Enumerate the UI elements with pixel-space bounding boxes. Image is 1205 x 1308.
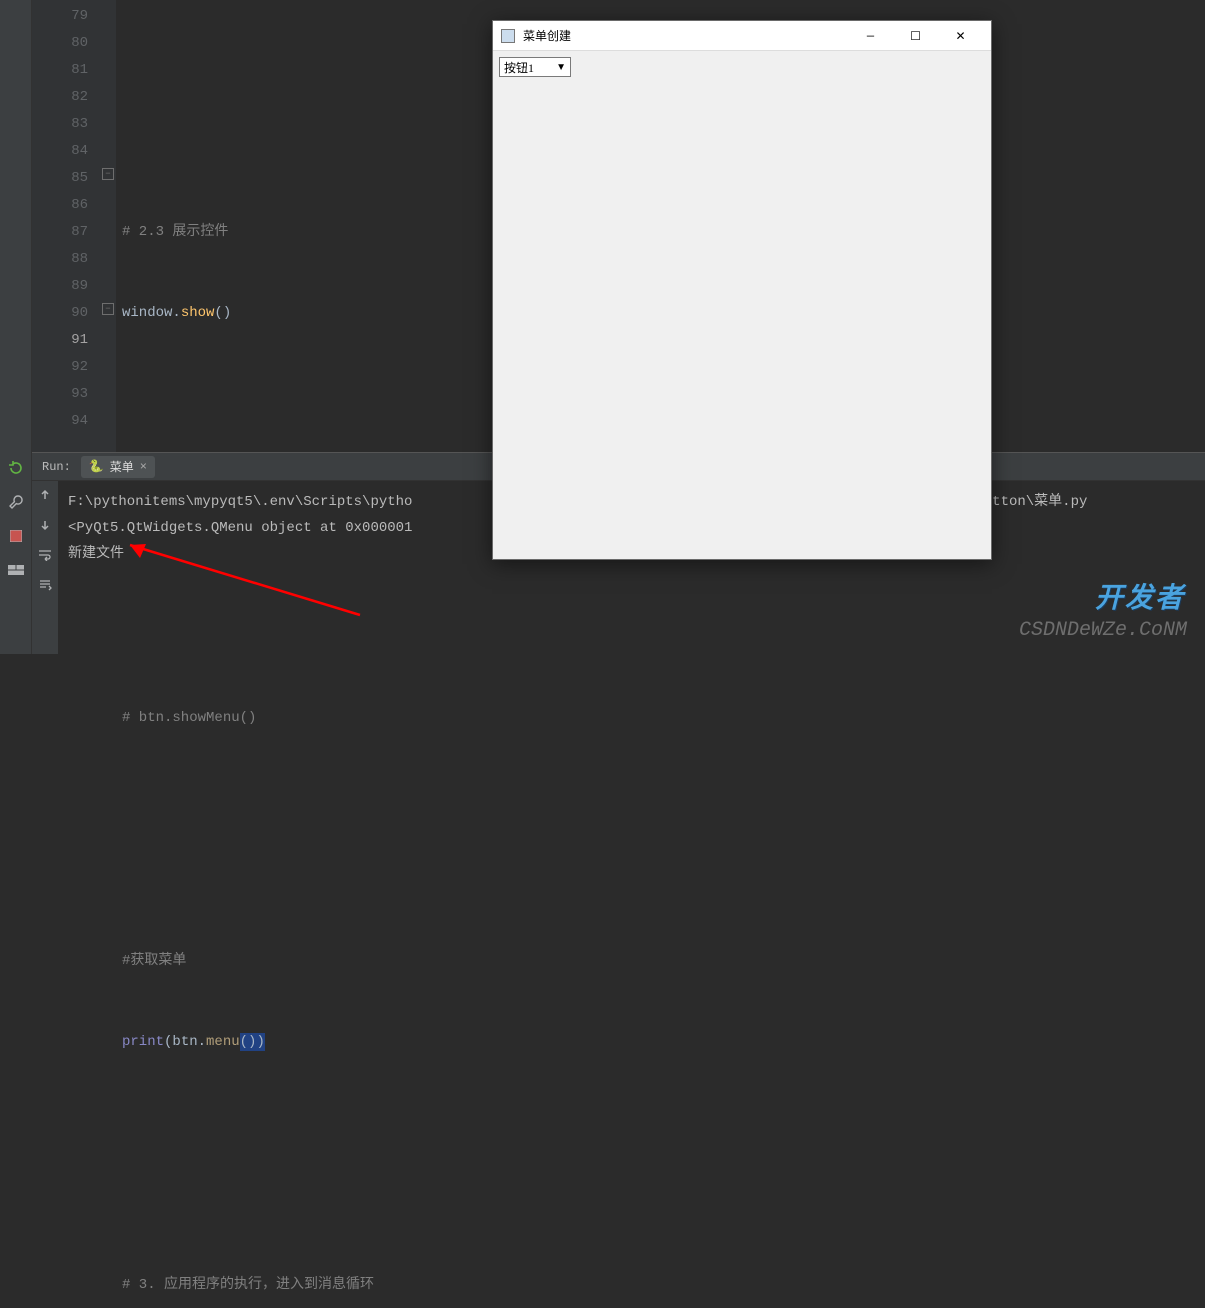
line-gutter: 79 80 81 82 83 84 85 86 87 88 89 90 91 9… <box>32 0 102 452</box>
code-comment: # 3. 应用程序的执行，进入到消息循环 <box>122 1277 374 1293</box>
ide-left-toolbar <box>0 0 32 654</box>
fold-marker-icon[interactable]: − <box>102 303 114 315</box>
chevron-down-icon: ▼ <box>556 62 566 73</box>
line-number: 79 <box>32 3 88 30</box>
line-number: 85 <box>32 165 88 192</box>
maximize-button[interactable]: ☐ <box>893 21 938 51</box>
fold-column: − − <box>102 0 116 452</box>
fold-marker-icon[interactable]: − <box>102 168 114 180</box>
combo-label: 按钮1 <box>504 59 534 76</box>
wrench-icon[interactable] <box>8 494 24 510</box>
close-icon[interactable]: × <box>140 460 147 474</box>
line-number: 89 <box>32 273 88 300</box>
line-number: 82 <box>32 84 88 111</box>
line-number: 81 <box>32 57 88 84</box>
window-title: 菜单创建 <box>523 27 848 44</box>
line-number: 83 <box>32 111 88 138</box>
line-number: 92 <box>32 354 88 381</box>
line-number: 94 <box>32 408 88 435</box>
minimize-button[interactable]: — <box>848 21 893 51</box>
watermark-text: 开发者 <box>1095 576 1185 616</box>
window-titlebar[interactable]: 菜单创建 — ☐ ✕ <box>493 21 991 51</box>
window-body: 按钮1 ▼ <box>493 51 991 83</box>
line-number: 93 <box>32 381 88 408</box>
code-comment: #获取菜单 <box>122 953 186 969</box>
run-label: Run: <box>42 460 71 474</box>
line-number: 91 <box>32 327 88 354</box>
line-number: 84 <box>32 138 88 165</box>
run-toolbar <box>32 481 58 654</box>
line-number: 90 <box>32 300 88 327</box>
stop-icon[interactable] <box>8 528 24 544</box>
up-icon[interactable] <box>37 487 53 503</box>
app-window[interactable]: 菜单创建 — ☐ ✕ 按钮1 ▼ <box>492 20 992 560</box>
scroll-to-end-icon[interactable] <box>37 577 53 593</box>
python-icon: 🐍 <box>89 459 104 474</box>
menu-button-combo[interactable]: 按钮1 ▼ <box>499 57 571 77</box>
rerun-icon[interactable] <box>8 460 24 476</box>
watermark-text: CSDNDeWZe.CoNM <box>1019 619 1187 642</box>
code-comment: # btn.showMenu() <box>122 710 256 726</box>
line-number: 86 <box>32 192 88 219</box>
run-tab-title: 菜单 <box>110 458 134 475</box>
soft-wrap-icon[interactable] <box>37 547 53 563</box>
line-number: 87 <box>32 219 88 246</box>
code-comment: # 2.3 展示控件 <box>122 224 228 240</box>
run-tab[interactable]: 🐍 菜单 × <box>81 456 155 478</box>
line-number: 80 <box>32 30 88 57</box>
window-app-icon <box>501 29 515 43</box>
line-number: 88 <box>32 246 88 273</box>
layout-icon[interactable] <box>8 562 24 578</box>
down-icon[interactable] <box>37 517 53 533</box>
close-button[interactable]: ✕ <box>938 21 983 51</box>
